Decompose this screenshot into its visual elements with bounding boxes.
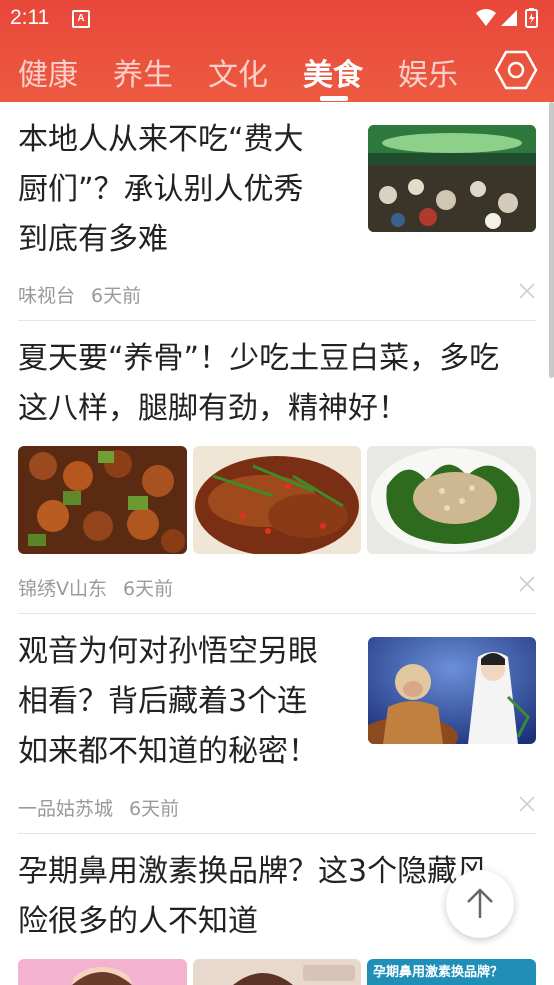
back-to-top-button[interactable]	[446, 870, 514, 938]
notification-icon: A	[72, 10, 90, 28]
article-meta: 一品姑苏城 6天前	[18, 794, 195, 821]
article-thumbnail: 孕期鼻用激素换品牌？	[367, 959, 536, 985]
article-thumbnail-spinach-dish	[367, 446, 536, 554]
wifi-icon	[476, 9, 496, 26]
tab-culture[interactable]: 文化	[208, 50, 268, 94]
settings-hexagon-icon[interactable]	[494, 48, 538, 92]
tab-health[interactable]: 健康	[18, 50, 78, 94]
app-header: 2:11 A 健康 养生 文化 美食 娱乐	[0, 0, 554, 102]
arrow-up-icon	[467, 888, 493, 918]
article-source: 一品姑苏城	[18, 798, 114, 820]
tab-entertainment[interactable]: 娱乐	[398, 50, 458, 94]
article-thumbnail-monkey-king	[368, 637, 536, 744]
signal-icon	[501, 10, 517, 26]
article-title: 夏天要“养骨”！少吃土豆白菜，多吃 这八样，腿脚有劲，精神好！	[18, 341, 500, 426]
article-meta: 锦绣V山东 6天前	[18, 574, 189, 601]
scrollbar[interactable]	[549, 102, 554, 378]
article-source: 锦绣V山东	[18, 578, 107, 600]
article-time: 6天前	[129, 798, 180, 820]
dismiss-close-icon[interactable]	[518, 575, 536, 593]
divider	[18, 320, 536, 321]
article-thumbnail	[18, 959, 187, 985]
divider	[18, 833, 536, 834]
article-title: 本地人从来不吃“费大 厨们”？承认别人优秀 到底有多难	[18, 122, 304, 257]
status-bar: 2:11 A	[0, 0, 554, 38]
article-time: 6天前	[123, 578, 174, 600]
active-tab-indicator	[320, 96, 348, 101]
status-icons	[476, 8, 538, 28]
article-title: 观音为何对孙悟空另眼 相看？背后藏着3个连 如来都不知道的秘密！	[18, 634, 318, 769]
dismiss-close-icon[interactable]	[518, 282, 536, 300]
divider	[18, 613, 536, 614]
tab-wellness[interactable]: 养生	[113, 50, 173, 94]
article-thumbnail-fish-dish	[193, 446, 361, 554]
article-thumbnail-chicken-dish	[18, 446, 187, 554]
article-meta: 味视台 6天前	[18, 281, 157, 308]
status-time: 2:11	[10, 6, 50, 29]
article-source: 味视台	[18, 285, 76, 307]
article-thumbnail-restaurant	[368, 125, 536, 232]
dismiss-close-icon[interactable]	[518, 795, 536, 813]
tab-food[interactable]: 美食	[303, 50, 363, 94]
thumbnail-caption: 孕期鼻用激素换品牌？	[373, 965, 504, 980]
article-thumbnail	[193, 959, 361, 985]
article-time: 6天前	[91, 285, 142, 307]
category-tabs: 健康 养生 文化 美食 娱乐	[0, 44, 554, 102]
